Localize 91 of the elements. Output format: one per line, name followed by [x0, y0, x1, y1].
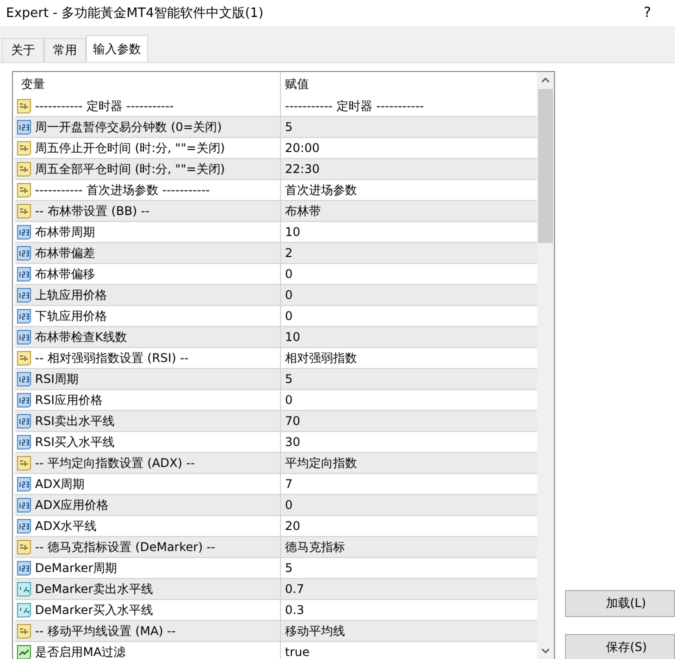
tab[interactable]: 关于 [2, 38, 44, 62]
parameter-value[interactable]: 0 [285, 498, 293, 512]
parameter-name: DeMarker买入水平线 [35, 602, 154, 618]
parameter-name: 布林带偏差 [35, 244, 95, 262]
parameter-value[interactable]: 移动平均线 [285, 622, 345, 640]
decimal-type-icon [16, 581, 32, 597]
parameter-name: RSI卖出水平线 [35, 412, 114, 430]
text-type-icon [16, 455, 32, 471]
tab[interactable]: 常用 [44, 38, 86, 62]
column-header[interactable]: 赋值 [281, 72, 537, 96]
text-type-icon [16, 623, 32, 639]
parameter-name: ----------- 定时器 ----------- [35, 98, 174, 114]
integer-type-icon [16, 497, 32, 513]
parameter-name: RSI买入水平线 [35, 434, 114, 450]
parameter-value[interactable]: 0 [285, 393, 293, 407]
text-type-icon [16, 182, 32, 198]
parameter-name: -- 相对强弱指数设置 (RSI) -- [35, 350, 189, 366]
parameter-value[interactable]: 0 [285, 267, 293, 281]
integer-type-icon [16, 224, 32, 240]
parameter-value[interactable]: 5 [285, 372, 293, 386]
integer-type-icon [16, 560, 32, 576]
text-type-icon [16, 140, 32, 156]
parameter-name: 周五全部平仓时间 (时:分, ""=关闭) [35, 160, 225, 178]
parameter-value[interactable]: 5 [285, 561, 293, 575]
parameter-name: 下轨应用价格 [35, 308, 107, 324]
parameter-name: RSI应用价格 [35, 392, 102, 408]
tab[interactable]: 输入参数 [86, 35, 148, 62]
parameter-value[interactable]: 20:00 [285, 141, 320, 155]
parameter-value[interactable]: 0 [285, 309, 293, 323]
integer-type-icon [16, 434, 32, 450]
parameter-value[interactable]: 2 [285, 246, 293, 260]
parameter-name: 布林带周期 [35, 224, 95, 240]
parameter-name: -- 移动平均线设置 (MA) -- [35, 622, 176, 640]
parameter-name: RSI周期 [35, 370, 78, 388]
parameter-value[interactable]: 德马克指标 [285, 538, 345, 556]
decimal-type-icon [16, 602, 32, 618]
integer-type-icon [16, 392, 32, 408]
parameter-value[interactable]: 布林带 [285, 202, 321, 220]
parameter-name: 周五停止开仓时间 (时:分, ""=关闭) [35, 140, 225, 156]
text-type-icon [16, 98, 32, 114]
help-button[interactable]: ? [640, 5, 655, 21]
parameter-value[interactable]: 22:30 [285, 162, 320, 176]
parameter-name: 周一开盘暂停交易分钟数 (0=关闭) [35, 118, 222, 136]
parameter-name: 布林带偏移 [35, 266, 95, 282]
parameter-name: -- 布林带设置 (BB) -- [35, 202, 150, 220]
parameter-name: ADX周期 [35, 476, 85, 492]
parameter-value[interactable]: ----------- 定时器 ----------- [285, 98, 424, 114]
parameter-value[interactable]: 10 [285, 225, 300, 239]
parameter-value[interactable]: 20 [285, 519, 300, 533]
parameter-value[interactable]: 7 [285, 477, 293, 491]
parameter-name: DeMarker周期 [35, 560, 118, 576]
text-type-icon [16, 161, 32, 177]
parameter-name: -- 德马克指标设置 (DeMarker) -- [35, 538, 216, 556]
scrollbar[interactable] [537, 72, 554, 659]
parameter-name: -- 平均定向指数设置 (ADX) -- [35, 454, 195, 472]
parameter-value[interactable]: 0 [285, 288, 293, 302]
parameter-name: ----------- 首次进场参数 ----------- [35, 182, 210, 198]
integer-type-icon [16, 119, 32, 135]
chart-type-icon [16, 644, 32, 659]
text-type-icon [16, 539, 32, 555]
integer-type-icon [16, 287, 32, 303]
scroll-thumb[interactable] [538, 89, 553, 243]
parameter-name: DeMarker卖出水平线 [35, 580, 154, 598]
integer-type-icon [16, 329, 32, 345]
button[interactable]: 保存(S) [565, 634, 675, 659]
parameter-name: ADX应用价格 [35, 496, 109, 514]
parameter-value[interactable]: 0.3 [285, 603, 304, 617]
parameter-name: 布林带检查K线数 [35, 328, 127, 346]
window-title: Expert - 多功能黃金MT4智能软件中文版(1) [5, 5, 264, 22]
integer-type-icon [16, 245, 32, 261]
parameter-value[interactable]: 10 [285, 330, 300, 344]
parameter-name: 上轨应用价格 [35, 286, 107, 304]
parameter-value[interactable]: 70 [285, 414, 300, 428]
text-type-icon [16, 350, 32, 366]
parameter-value[interactable]: 相对强弱指数 [285, 350, 357, 366]
integer-type-icon [16, 371, 32, 387]
integer-type-icon [16, 476, 32, 492]
parameter-value[interactable]: 5 [285, 120, 293, 134]
parameter-value[interactable]: 首次进场参数 [285, 182, 357, 198]
integer-type-icon [16, 413, 32, 429]
integer-type-icon [16, 518, 32, 534]
parameter-value[interactable]: 平均定向指数 [285, 454, 357, 472]
integer-type-icon [16, 308, 32, 324]
parameter-value[interactable]: 30 [285, 435, 300, 449]
parameter-name: 是否启用MA过滤 [35, 644, 126, 659]
text-type-icon [16, 203, 32, 219]
parameter-name: ADX水平线 [35, 518, 97, 534]
integer-type-icon [16, 266, 32, 282]
button[interactable]: 加载(L) [565, 590, 675, 617]
parameter-value[interactable]: 0.7 [285, 582, 304, 596]
parameter-value[interactable]: true [285, 645, 310, 659]
